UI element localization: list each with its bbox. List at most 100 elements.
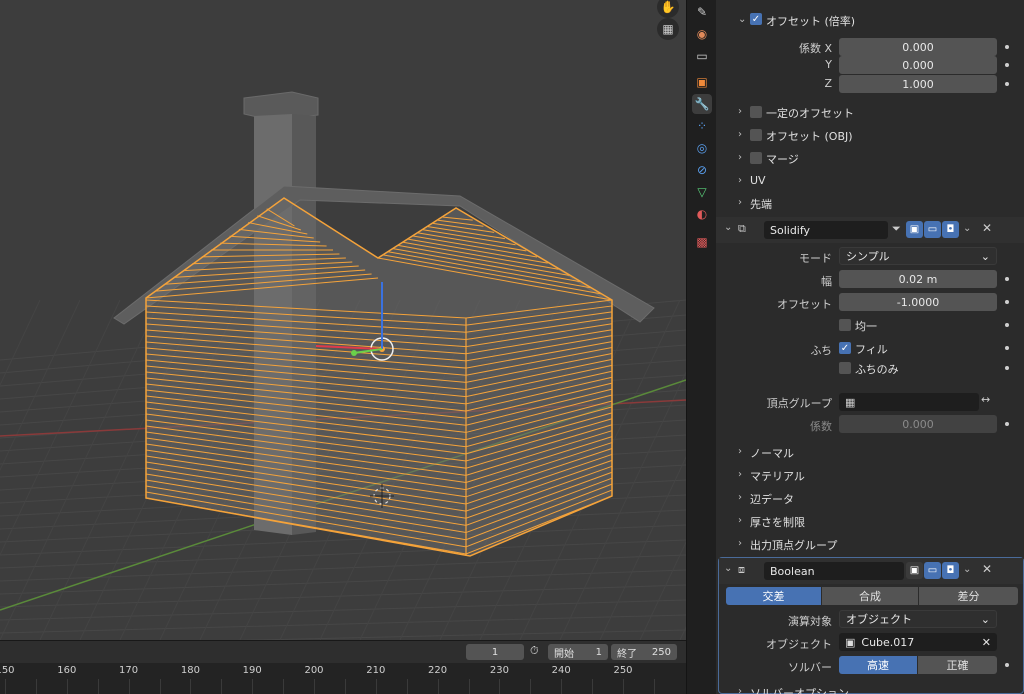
clear-icon[interactable]: ✕ bbox=[982, 636, 991, 649]
object-tab-icon[interactable]: ▣ bbox=[692, 72, 712, 92]
chevron-right-icon[interactable]: › bbox=[738, 492, 742, 503]
dropdown-chevron-icon[interactable]: ⌄ bbox=[963, 223, 971, 234]
timeline-ruler[interactable]: 150 160 170 180 190 200 210 220 230 240 250 bbox=[0, 663, 686, 694]
offset-field[interactable]: -1.0000 bbox=[839, 293, 997, 311]
mode-select[interactable]: シンプル ⌄ bbox=[839, 247, 997, 265]
keyframe-dot[interactable] bbox=[1005, 63, 1009, 67]
viewport-display-icon[interactable]: ▭ bbox=[924, 221, 941, 238]
particles-tab-icon[interactable]: ⁘ bbox=[692, 116, 712, 136]
factor-field[interactable]: 0.000 bbox=[839, 415, 997, 433]
texture-tab-icon[interactable]: ▩ bbox=[692, 232, 712, 252]
timeline[interactable]: 1 ⏱ 開始 1 終了 250 150 160 170 180 190 200 210 220… bbox=[0, 640, 686, 694]
constant-offset-checkbox[interactable] bbox=[750, 106, 762, 118]
chevron-right-icon[interactable]: › bbox=[738, 152, 742, 163]
data-tab-icon[interactable]: ▽ bbox=[692, 182, 712, 202]
render-tab-icon[interactable]: ◉ bbox=[692, 24, 712, 44]
uv-label[interactable]: UV bbox=[750, 174, 766, 187]
merge-label[interactable]: マージ bbox=[766, 151, 799, 167]
invert-arrows-icon[interactable]: ↔ bbox=[981, 393, 990, 406]
keyframe-dot[interactable] bbox=[1005, 45, 1009, 49]
start-frame-value: 1 bbox=[595, 646, 602, 658]
constant-offset-label[interactable]: 一定のオフセット bbox=[766, 105, 854, 121]
vertex-group-field[interactable]: ▦ bbox=[839, 393, 979, 411]
chevron-down-icon[interactable]: ⌄ bbox=[738, 14, 746, 25]
materials-subpanel[interactable]: マテリアル bbox=[750, 468, 805, 484]
chevron-right-icon[interactable]: › bbox=[738, 469, 742, 480]
start-frame-field[interactable]: 開始 1 bbox=[548, 644, 608, 660]
viewport-display-icon[interactable]: ▭ bbox=[924, 562, 941, 579]
factor-label: 係数 bbox=[810, 420, 832, 433]
keyframe-dot[interactable] bbox=[1005, 422, 1009, 426]
current-frame-field[interactable]: 1 bbox=[466, 644, 524, 660]
end-frame-field[interactable]: 終了 250 bbox=[611, 644, 677, 660]
edit-mode-toggle-icon[interactable]: ▣ bbox=[906, 221, 923, 238]
keyframe-dot[interactable] bbox=[1005, 366, 1009, 370]
physics-tab-icon[interactable]: ◎ bbox=[692, 138, 712, 158]
close-icon[interactable]: ✕ bbox=[982, 221, 992, 235]
caps-label[interactable]: 先端 bbox=[750, 196, 772, 212]
dropdown-chevron-icon[interactable]: ⌄ bbox=[963, 564, 971, 575]
stopwatch-icon[interactable]: ⏱ bbox=[530, 644, 544, 660]
edit-mode-toggle-icon[interactable]: ▣ bbox=[906, 562, 923, 579]
object-field[interactable]: ▣ Cube.017 ✕ bbox=[839, 633, 997, 651]
chevron-right-icon[interactable]: › bbox=[738, 106, 742, 117]
solver-options-subpanel[interactable]: ソルバーオプション bbox=[750, 685, 849, 694]
3d-viewport[interactable]: ✋ ▦ bbox=[0, 0, 686, 640]
chevron-right-icon[interactable]: › bbox=[738, 538, 742, 549]
chevron-right-icon[interactable]: › bbox=[738, 446, 742, 457]
solver-exact-button[interactable]: 正確 bbox=[918, 656, 997, 674]
modifier-tab-icon[interactable]: 🔧 bbox=[692, 94, 712, 114]
intersect-button[interactable]: 交差 bbox=[726, 587, 821, 605]
normals-subpanel[interactable]: ノーマル bbox=[750, 445, 794, 461]
factor-z-field[interactable]: 1.000 bbox=[839, 75, 997, 93]
filter-icon[interactable]: ⏷ bbox=[892, 222, 901, 236]
solver-fast-button[interactable]: 高速 bbox=[839, 656, 917, 674]
thickness-field[interactable]: 0.02 m bbox=[839, 270, 997, 288]
keyframe-dot[interactable] bbox=[1005, 323, 1009, 327]
material-tab-icon[interactable]: ◐ bbox=[692, 204, 712, 224]
even-thickness-checkbox[interactable] bbox=[839, 319, 851, 331]
render-camera-icon[interactable]: ◘ bbox=[942, 221, 959, 238]
chevron-down-icon[interactable]: ⌄ bbox=[724, 563, 732, 574]
thickness-clamp-subpanel[interactable]: 厚さを制限 bbox=[750, 514, 805, 530]
offset-relative-checkbox[interactable]: ✓ bbox=[750, 13, 762, 25]
solidify-name-field[interactable]: Solidify bbox=[764, 221, 888, 239]
factor-y-field[interactable]: 0.000 bbox=[839, 56, 997, 74]
fill-rim-label: フィル bbox=[855, 343, 888, 356]
boolean-name-field[interactable]: Boolean bbox=[764, 562, 904, 580]
chevron-right-icon[interactable]: › bbox=[738, 175, 742, 186]
chevron-down-icon: ⌄ bbox=[980, 249, 990, 263]
difference-button[interactable]: 差分 bbox=[919, 587, 1018, 605]
chevron-right-icon[interactable]: › bbox=[738, 686, 742, 694]
keyframe-dot[interactable] bbox=[1005, 300, 1009, 304]
union-button[interactable]: 合成 bbox=[822, 587, 918, 605]
output-tab-icon[interactable]: ▭ bbox=[692, 46, 712, 66]
merge-checkbox[interactable] bbox=[750, 152, 762, 164]
tool-tab-icon[interactable]: ✎ bbox=[692, 2, 712, 22]
operand-type-select[interactable]: オブジェクト ⌄ bbox=[839, 610, 997, 628]
output-vgroups-subpanel[interactable]: 出力頂点グループ bbox=[750, 537, 837, 553]
render-camera-icon[interactable]: ◘ bbox=[942, 562, 959, 579]
grid-line bbox=[639, 541, 686, 640]
keyframe-dot[interactable] bbox=[1005, 346, 1009, 350]
chevron-right-icon[interactable]: › bbox=[738, 197, 742, 208]
close-icon[interactable]: ✕ bbox=[982, 562, 992, 576]
factor-x-field[interactable]: 0.000 bbox=[839, 38, 997, 56]
object-offset-label[interactable]: オフセット (OBJ) bbox=[766, 128, 853, 144]
scene-canvas[interactable] bbox=[0, 0, 686, 640]
solidify-modifier-header[interactable]: ⌄ ⧉ Solidify ⏷ ▣ ▭ ◘ ⌄ ✕ bbox=[716, 217, 1024, 243]
keyframe-dot[interactable] bbox=[1005, 277, 1009, 281]
keyframe-dot[interactable] bbox=[1005, 82, 1009, 86]
chevron-down-icon[interactable]: ⌄ bbox=[724, 222, 732, 233]
boolean-modifier-header[interactable]: ⌄ ⧈ Boolean ▣ ▭ ◘ ⌄ ✕ bbox=[719, 558, 1023, 584]
chevron-right-icon[interactable]: › bbox=[738, 129, 742, 140]
offset-label: オフセット bbox=[777, 298, 832, 311]
grid-view-icon[interactable]: ▦ bbox=[657, 18, 679, 40]
keyframe-dot[interactable] bbox=[1005, 663, 1009, 667]
chevron-right-icon[interactable]: › bbox=[738, 515, 742, 526]
object-offset-checkbox[interactable] bbox=[750, 129, 762, 141]
constraints-tab-icon[interactable]: ⊘ bbox=[692, 160, 712, 180]
fill-rim-checkbox[interactable]: ✓ bbox=[839, 342, 851, 354]
rim-only-checkbox[interactable] bbox=[839, 362, 851, 374]
edge-data-subpanel[interactable]: 辺データ bbox=[750, 491, 794, 507]
